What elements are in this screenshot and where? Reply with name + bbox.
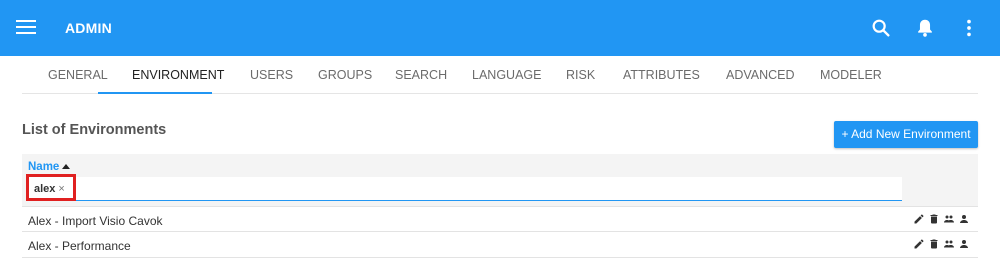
group-icon[interactable] xyxy=(943,238,955,250)
tab-environment[interactable]: ENVIRONMENT xyxy=(118,56,238,94)
row-actions xyxy=(913,213,970,227)
edit-icon[interactable] xyxy=(913,213,925,225)
sort-ascending-icon xyxy=(62,164,71,169)
search-icon[interactable] xyxy=(870,17,892,39)
tab-language[interactable]: LANGUAGE xyxy=(458,56,555,94)
delete-icon[interactable] xyxy=(928,213,940,225)
table-row: Alex - Import Visio Cavok xyxy=(22,206,978,232)
tab-search[interactable]: SEARCH xyxy=(381,56,461,94)
edit-icon[interactable] xyxy=(913,238,925,250)
tab-modeler[interactable]: MODELER xyxy=(806,56,896,94)
user-icon[interactable] xyxy=(958,213,970,225)
tab-groups[interactable]: GROUPS xyxy=(304,56,386,94)
app-bar: ADMIN xyxy=(0,0,1000,56)
filter-highlight-box xyxy=(26,174,76,201)
tab-users[interactable]: USERS xyxy=(236,56,307,94)
environment-name[interactable]: Alex - Performance xyxy=(28,239,131,253)
app-title: ADMIN xyxy=(65,20,112,36)
menu-icon[interactable] xyxy=(16,17,36,39)
more-vert-icon[interactable] xyxy=(958,17,980,39)
add-new-environment-button[interactable]: + Add New Environment xyxy=(834,121,978,148)
section-title: List of Environments xyxy=(22,122,167,138)
bell-icon[interactable] xyxy=(914,17,936,39)
delete-icon[interactable] xyxy=(928,238,940,250)
name-filter-input[interactable]: alex × xyxy=(26,177,902,201)
table-header: Name alex × xyxy=(22,154,978,206)
user-icon[interactable] xyxy=(958,238,970,250)
active-tab-indicator xyxy=(98,92,212,94)
tab-attributes[interactable]: ATTRIBUTES xyxy=(609,56,714,94)
tab-advanced[interactable]: ADVANCED xyxy=(712,56,809,94)
tab-risk[interactable]: RISK xyxy=(552,56,609,94)
tab-general[interactable]: GENERAL xyxy=(34,56,122,94)
tab-bar: GENERAL ENVIRONMENT USERS GROUPS SEARCH … xyxy=(22,56,978,94)
environment-name[interactable]: Alex - Import Visio Cavok xyxy=(28,214,163,228)
column-header-name-label: Name xyxy=(28,161,60,173)
table-row: Alex - Performance xyxy=(22,232,978,258)
column-header-name[interactable]: Name xyxy=(28,161,71,173)
group-icon[interactable] xyxy=(943,213,955,225)
row-actions xyxy=(913,238,970,252)
